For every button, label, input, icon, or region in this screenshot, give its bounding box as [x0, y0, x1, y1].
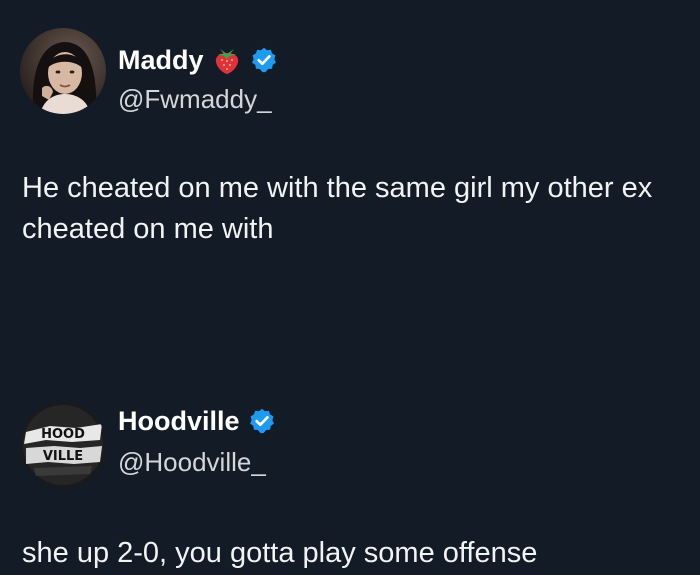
author-name-row: Maddy: [118, 44, 278, 76]
profile-photo-icon: [20, 28, 106, 114]
avatar[interactable]: HOOD VILLE: [20, 402, 106, 488]
display-name[interactable]: Hoodville: [118, 405, 240, 437]
tweet-text: she up 2-0, you gotta play some offense: [22, 537, 538, 569]
strawberry-icon: [212, 45, 242, 75]
svg-text:VILLE: VILLE: [43, 449, 83, 464]
verified-badge-icon: [250, 46, 278, 74]
tweet-maddy[interactable]: Maddy @Fwmaddy_ He cheated on me with th…: [0, 0, 700, 300]
user-handle[interactable]: @Fwmaddy_: [118, 84, 272, 114]
author-name-row: Hoodville: [118, 405, 276, 437]
hoodville-logo-icon: HOOD VILLE: [20, 402, 106, 488]
verified-badge-icon: [248, 407, 276, 435]
svg-text:HOOD: HOOD: [41, 427, 85, 442]
tweet-text: He cheated on me with the same girl my o…: [22, 172, 653, 245]
display-name[interactable]: Maddy: [118, 44, 204, 76]
avatar[interactable]: [20, 28, 106, 114]
user-handle[interactable]: @Hoodville_: [118, 447, 266, 477]
tweet-hoodville[interactable]: HOOD VILLE Hoodville @Hoodville_ she up …: [0, 385, 700, 575]
